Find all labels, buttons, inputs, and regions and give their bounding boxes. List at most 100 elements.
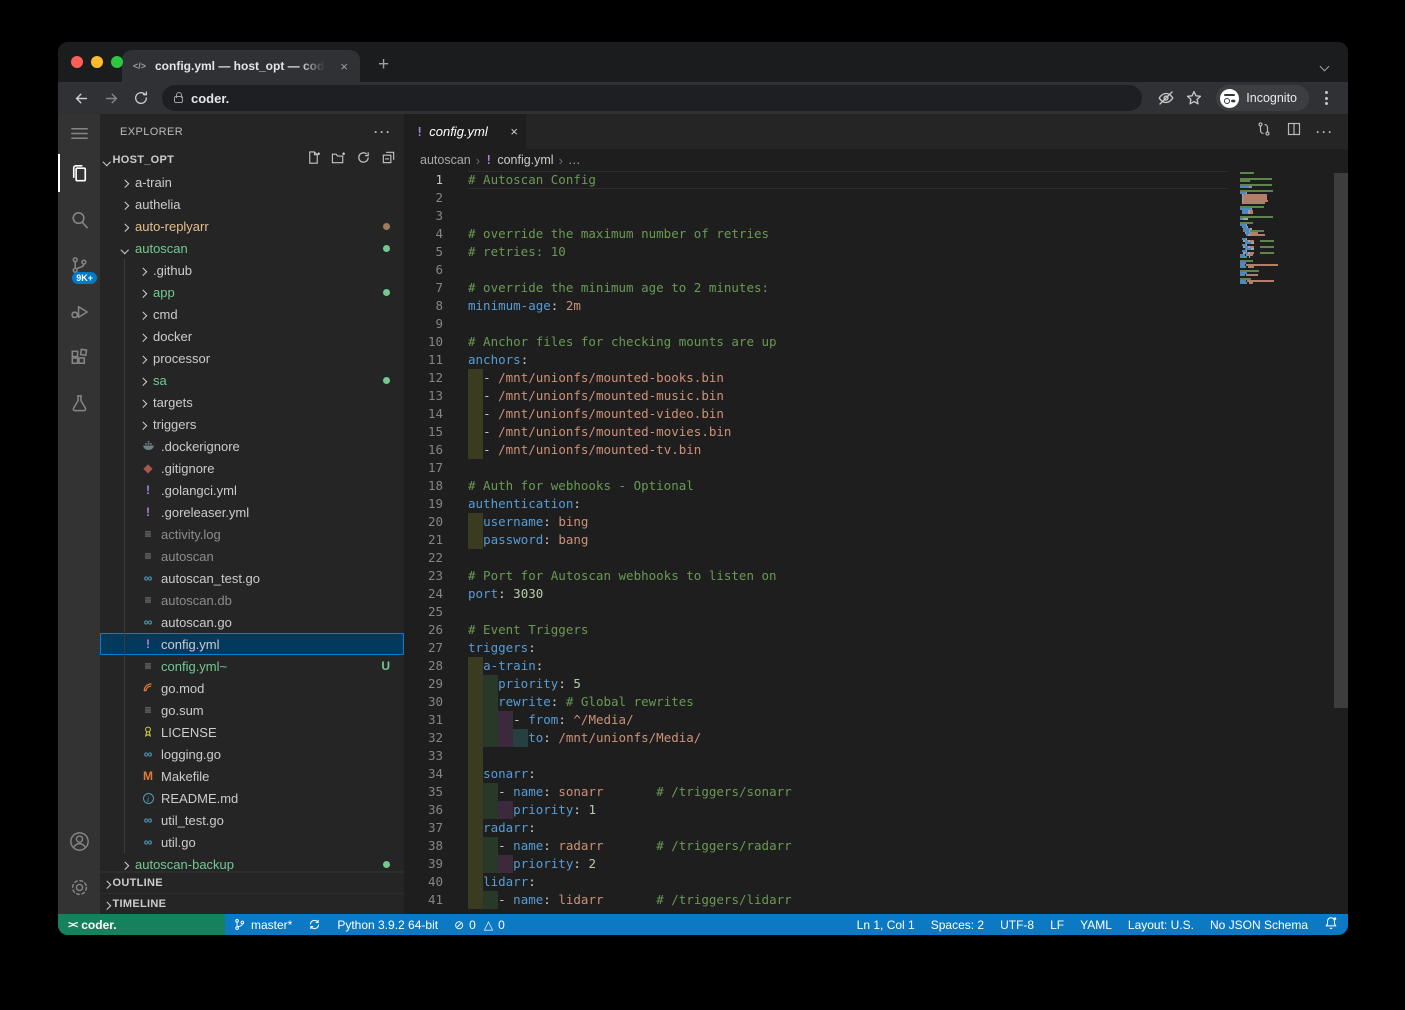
code-line-3[interactable]: 3: [404, 207, 1348, 225]
tree-item-activity-log[interactable]: ≡activity.log: [100, 523, 404, 545]
code-line-26[interactable]: 26# Event Triggers: [404, 621, 1348, 639]
tree-item-autoscan[interactable]: ≡autoscan: [100, 545, 404, 567]
code-line-27[interactable]: 27triggers:: [404, 639, 1348, 657]
tree-item-autoscan-go[interactable]: ∞autoscan.go: [100, 611, 404, 633]
tree-item-autoscan-db[interactable]: ≡autoscan.db: [100, 589, 404, 611]
tree-item-app[interactable]: app: [100, 281, 404, 303]
explorer-menu-icon[interactable]: ···: [374, 125, 392, 139]
open-changes-icon[interactable]: [1256, 121, 1272, 142]
status-indentation[interactable]: Spaces: 2: [923, 918, 992, 932]
code-line-14[interactable]: 14 - /mnt/unionfs/mounted-video.bin: [404, 405, 1348, 423]
breadcrumb-folder[interactable]: autoscan: [420, 153, 471, 167]
browser-menu-button[interactable]: [1319, 87, 1338, 109]
tree-item-triggers[interactable]: triggers: [100, 413, 404, 435]
sync-changes-button[interactable]: [300, 918, 329, 931]
tree-item-cmd[interactable]: cmd: [100, 303, 404, 325]
explorer-activity-icon[interactable]: [58, 150, 100, 196]
tree-item-a-train[interactable]: a-train: [100, 171, 404, 193]
bookmark-star-icon[interactable]: [1182, 89, 1206, 107]
code-line-31[interactable]: 31 - from: ^/Media/: [404, 711, 1348, 729]
tree-item-go-sum[interactable]: ≡go.sum: [100, 699, 404, 721]
address-bar[interactable]: coder.: [162, 85, 1142, 111]
code-line-19[interactable]: 19authentication:: [404, 495, 1348, 513]
code-line-21[interactable]: 21 password: bang: [404, 531, 1348, 549]
tree-item-authelia[interactable]: authelia: [100, 193, 404, 215]
notifications-bell-icon[interactable]: [1316, 916, 1348, 933]
tab-search-chevron-icon[interactable]: [1321, 57, 1330, 66]
code-line-25[interactable]: 25: [404, 603, 1348, 621]
breadcrumb-symbol[interactable]: …: [568, 153, 581, 167]
code-line-24[interactable]: 24port: 3030: [404, 585, 1348, 603]
code-line-36[interactable]: 36 priority: 1: [404, 801, 1348, 819]
search-activity-icon[interactable]: [58, 196, 100, 242]
code-line-11[interactable]: 11anchors:: [404, 351, 1348, 369]
menu-hamburger-icon[interactable]: [58, 116, 100, 150]
tree-item--github[interactable]: .github: [100, 259, 404, 281]
tree-item-license[interactable]: LICENSE: [100, 721, 404, 743]
editor-more-actions-icon[interactable]: ···: [1316, 125, 1334, 139]
code-line-34[interactable]: 34 sonarr:: [404, 765, 1348, 783]
code-line-39[interactable]: 39 priority: 2: [404, 855, 1348, 873]
tree-item--dockerignore[interactable]: .dockerignore: [100, 435, 404, 457]
browser-tab[interactable]: </> config.yml — host_opt — code ×: [122, 50, 360, 82]
status-json-schema[interactable]: No JSON Schema: [1202, 918, 1316, 932]
tree-item-logging-go[interactable]: ∞logging.go: [100, 743, 404, 765]
editor-tab-close-icon[interactable]: ×: [510, 124, 518, 139]
source-control-activity-icon[interactable]: 9K+: [58, 242, 100, 288]
close-window-button[interactable]: [71, 56, 83, 68]
code-line-35[interactable]: 35 - name: sonarr # /triggers/sonarr: [404, 783, 1348, 801]
section-host-opt[interactable]: HOST_OPT: [100, 149, 404, 171]
tree-item-sa[interactable]: sa: [100, 369, 404, 391]
run-debug-activity-icon[interactable]: [58, 288, 100, 334]
code-line-13[interactable]: 13 - /mnt/unionfs/mounted-music.bin: [404, 387, 1348, 405]
tree-item--goreleaser-yml[interactable]: !.goreleaser.yml: [100, 501, 404, 523]
code-line-20[interactable]: 20 username: bing: [404, 513, 1348, 531]
code-line-4[interactable]: 4# override the maximum number of retrie…: [404, 225, 1348, 243]
code-line-18[interactable]: 18# Auth for webhooks - Optional: [404, 477, 1348, 495]
reload-button[interactable]: [128, 85, 154, 111]
code-line-30[interactable]: 30 rewrite: # Global rewrites: [404, 693, 1348, 711]
code-line-5[interactable]: 5# retries: 10: [404, 243, 1348, 261]
status-cursor-position[interactable]: Ln 1, Col 1: [849, 918, 923, 932]
tree-item-util-test-go[interactable]: ∞util_test.go: [100, 809, 404, 831]
tree-item-autoscan[interactable]: autoscan: [100, 237, 404, 259]
code-line-2[interactable]: 2: [404, 189, 1348, 207]
code-line-29[interactable]: 29 priority: 5: [404, 675, 1348, 693]
editor-scrollbar[interactable]: [1334, 171, 1348, 914]
code-line-33[interactable]: 33: [404, 747, 1348, 765]
code-editor[interactable]: 1# Autoscan Config234# override the maxi…: [404, 171, 1348, 914]
tree-item-docker[interactable]: docker: [100, 325, 404, 347]
minimize-window-button[interactable]: [91, 56, 103, 68]
tree-item-targets[interactable]: targets: [100, 391, 404, 413]
collapse-all-icon[interactable]: [381, 150, 396, 170]
code-line-7[interactable]: 7# override the minimum age to 2 minutes…: [404, 279, 1348, 297]
code-line-28[interactable]: 28 a-train:: [404, 657, 1348, 675]
code-line-16[interactable]: 16 - /mnt/unionfs/mounted-tv.bin: [404, 441, 1348, 459]
editor-tab-config-yml[interactable]: ! config.yml ×: [404, 114, 526, 149]
breadcrumb-file[interactable]: config.yml: [497, 153, 553, 167]
extensions-activity-icon[interactable]: [58, 334, 100, 380]
code-line-32[interactable]: 32 to: /mnt/unionfs/Media/: [404, 729, 1348, 747]
settings-gear-icon[interactable]: [58, 864, 100, 910]
new-folder-icon[interactable]: [331, 150, 346, 170]
code-line-1[interactable]: 1# Autoscan Config: [404, 171, 1348, 189]
code-line-22[interactable]: 22: [404, 549, 1348, 567]
remote-indicator[interactable]: >< coder.: [58, 914, 225, 935]
testing-activity-icon[interactable]: [58, 380, 100, 426]
code-line-8[interactable]: 8minimum-age: 2m: [404, 297, 1348, 315]
new-tab-button[interactable]: +: [372, 54, 395, 76]
tree-item-auto-replyarr[interactable]: auto-replyarr: [100, 215, 404, 237]
git-branch-status[interactable]: master*: [225, 918, 300, 932]
lock-icon[interactable]: [174, 96, 183, 103]
account-icon[interactable]: [58, 818, 100, 864]
tree-item-util-go[interactable]: ∞util.go: [100, 831, 404, 853]
code-line-17[interactable]: 17: [404, 459, 1348, 477]
code-line-12[interactable]: 12 - /mnt/unionfs/mounted-books.bin: [404, 369, 1348, 387]
tree-item-makefile[interactable]: MMakefile: [100, 765, 404, 787]
python-interpreter-status[interactable]: Python 3.9.2 64-bit: [329, 918, 446, 932]
status-keyboard-layout[interactable]: Layout: U.S.: [1120, 918, 1202, 932]
section-timeline[interactable]: TIMELINE: [100, 893, 404, 914]
code-line-38[interactable]: 38 - name: radarr # /triggers/radarr: [404, 837, 1348, 855]
tree-item--golangci-yml[interactable]: !.golangci.yml: [100, 479, 404, 501]
back-button[interactable]: [68, 85, 94, 111]
